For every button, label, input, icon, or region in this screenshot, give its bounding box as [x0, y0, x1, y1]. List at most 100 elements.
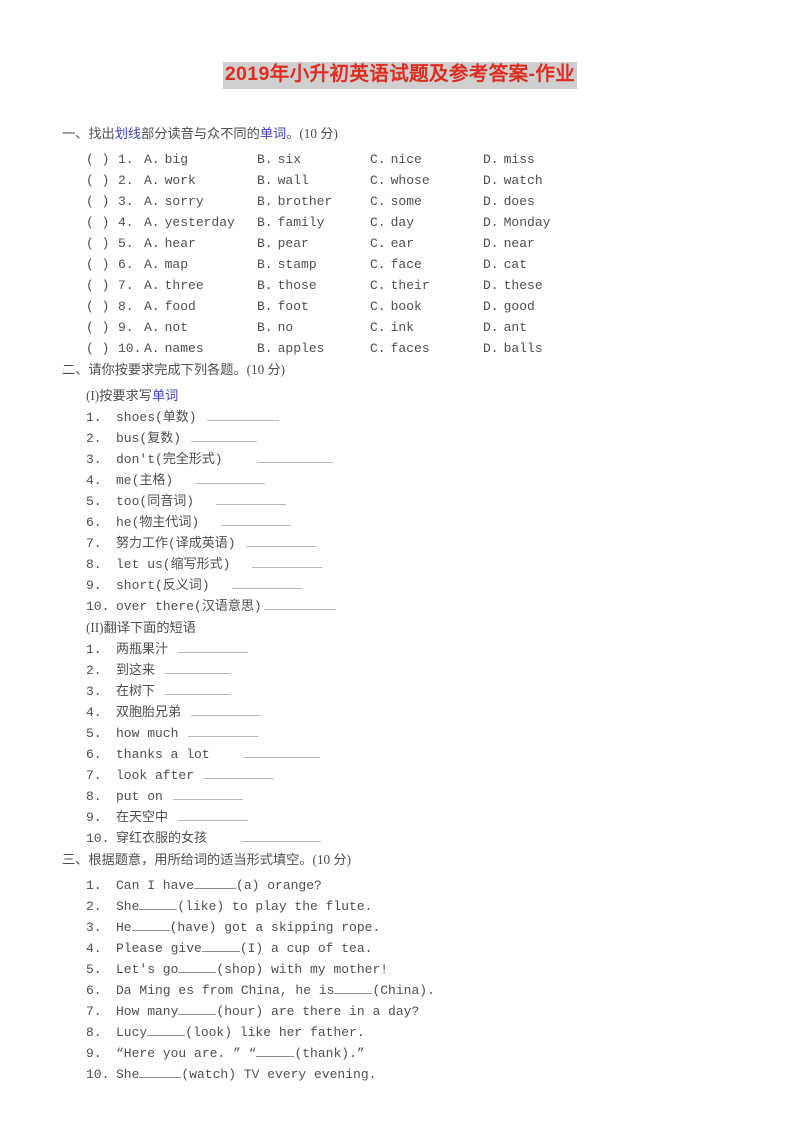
item-number: 7. — [86, 767, 102, 783]
choice-option[interactable]: A. three — [144, 275, 257, 296]
answer-blank[interactable] — [206, 408, 279, 421]
question-number: 7. — [118, 277, 134, 293]
answer-blank[interactable] — [334, 982, 373, 994]
choice-option[interactable]: D. good — [483, 296, 596, 317]
answer-blank[interactable] — [131, 919, 170, 931]
section-one-heading-link1[interactable]: 划线 — [115, 126, 141, 141]
choice-option[interactable]: C. ear — [370, 233, 483, 254]
answer-blank[interactable] — [178, 640, 249, 653]
answer-bracket[interactable]: ( ) — [86, 170, 118, 191]
choice-option[interactable]: C. day — [370, 212, 483, 233]
choice-option[interactable]: C. ink — [370, 317, 483, 338]
answer-blank[interactable] — [263, 597, 336, 610]
multiple-choice-row: ( ) 3. A. sorry B. brother C. some D. does — [86, 191, 760, 212]
choice-option[interactable]: C. nice — [370, 149, 483, 170]
answer-blank[interactable] — [178, 961, 217, 973]
answer-blank[interactable] — [241, 829, 322, 842]
answer-blank[interactable] — [201, 940, 240, 952]
choice-option[interactable]: A. names — [144, 338, 257, 359]
answer-blank[interactable] — [178, 1003, 217, 1015]
choice-option[interactable]: D. watch — [483, 170, 596, 191]
answer-blank[interactable] — [252, 555, 323, 568]
answer-blank[interactable] — [256, 450, 333, 463]
answer-blank[interactable] — [139, 1066, 182, 1078]
answer-blank[interactable] — [172, 787, 243, 800]
answer-bracket[interactable]: ( ) — [86, 212, 118, 233]
choice-option[interactable]: C. whose — [370, 170, 483, 191]
answer-blank[interactable] — [188, 724, 259, 737]
multiple-choice-row: ( ) 4. A. yesterday B. family C. day D. Monday — [86, 212, 760, 233]
write-words-list: 1. shoes(单数) 2. bus(复数) 3. don't(完全形式) 4. me(主格… — [62, 407, 760, 617]
choice-option[interactable]: B. family — [257, 212, 370, 233]
choice-option[interactable]: A. yesterday — [144, 212, 257, 233]
choice-option[interactable]: B. stamp — [257, 254, 370, 275]
answer-bracket[interactable]: ( ) — [86, 296, 118, 317]
answer-bracket[interactable]: ( ) — [86, 317, 118, 338]
answer-blank[interactable] — [147, 1024, 186, 1036]
choice-option[interactable]: A. work — [144, 170, 257, 191]
choice-option[interactable]: C. some — [370, 191, 483, 212]
answer-blank[interactable] — [256, 1045, 295, 1057]
choice-label: B. — [257, 298, 273, 314]
write-word-row: 10. over there(汉语意思) — [86, 596, 760, 617]
choice-option[interactable]: A. food — [144, 296, 257, 317]
answer-blank[interactable] — [245, 534, 316, 547]
choice-option[interactable]: C. book — [370, 296, 483, 317]
choice-option[interactable]: A. sorry — [144, 191, 257, 212]
answer-bracket[interactable]: ( ) — [86, 254, 118, 275]
choice-option[interactable]: D. ant — [483, 317, 596, 338]
choice-option[interactable]: A. big — [144, 149, 257, 170]
choice-option[interactable]: B. apples — [257, 338, 370, 359]
choice-option[interactable]: D. cat — [483, 254, 596, 275]
answer-bracket[interactable]: ( ) — [86, 233, 118, 254]
item-prompt: 到这来 — [116, 662, 156, 678]
answer-blank[interactable] — [194, 877, 237, 889]
choice-option[interactable]: D. miss — [483, 149, 596, 170]
answer-blank[interactable] — [243, 745, 320, 758]
choice-word: whose — [390, 172, 430, 188]
answer-bracket[interactable]: ( ) — [86, 191, 118, 212]
answer-blank[interactable] — [139, 898, 178, 910]
answer-blank[interactable] — [204, 766, 275, 779]
choice-option[interactable]: D. does — [483, 191, 596, 212]
choice-option[interactable]: B. no — [257, 317, 370, 338]
answer-blank[interactable] — [165, 661, 232, 674]
answer-blank[interactable] — [191, 703, 262, 716]
choice-option[interactable]: B. foot — [257, 296, 370, 317]
answer-blank[interactable] — [216, 492, 287, 505]
answer-bracket[interactable]: ( ) — [86, 275, 118, 296]
choice-option[interactable]: D. balls — [483, 338, 596, 359]
choice-option[interactable]: D. near — [483, 233, 596, 254]
answer-blank[interactable] — [195, 471, 266, 484]
sentence-after-blank: (a) orange? — [236, 877, 322, 893]
choice-label: A. — [144, 214, 160, 230]
choice-word: balls — [503, 340, 543, 356]
choice-word: stamp — [277, 256, 317, 272]
choice-option[interactable]: B. brother — [257, 191, 370, 212]
choice-option[interactable]: C. their — [370, 275, 483, 296]
choice-option[interactable]: A. hear — [144, 233, 257, 254]
answer-blank[interactable] — [231, 576, 302, 589]
section-one-heading-link2[interactable]: 单词 — [260, 126, 286, 141]
choice-option[interactable]: A. map — [144, 254, 257, 275]
choice-option[interactable]: B. pear — [257, 233, 370, 254]
choice-option[interactable]: D. these — [483, 275, 596, 296]
choice-option[interactable]: B. wall — [257, 170, 370, 191]
choice-option[interactable]: B. six — [257, 149, 370, 170]
choice-label: C. — [370, 151, 386, 167]
choice-option[interactable]: C. faces — [370, 338, 483, 359]
answer-bracket[interactable]: ( ) — [86, 149, 118, 170]
choice-word: their — [390, 277, 430, 293]
part-one-heading-link[interactable]: 单词 — [152, 388, 178, 403]
answer-blank[interactable] — [221, 513, 292, 526]
answer-blank[interactable] — [165, 682, 232, 695]
answer-blank[interactable] — [191, 429, 258, 442]
choice-option[interactable]: B. those — [257, 275, 370, 296]
choice-label: C. — [370, 256, 386, 272]
choice-option[interactable]: C. face — [370, 254, 483, 275]
item-number: 9. — [86, 577, 102, 593]
choice-option[interactable]: D. Monday — [483, 212, 596, 233]
answer-bracket[interactable]: ( ) — [86, 338, 118, 359]
choice-option[interactable]: A. not — [144, 317, 257, 338]
answer-blank[interactable] — [178, 808, 249, 821]
